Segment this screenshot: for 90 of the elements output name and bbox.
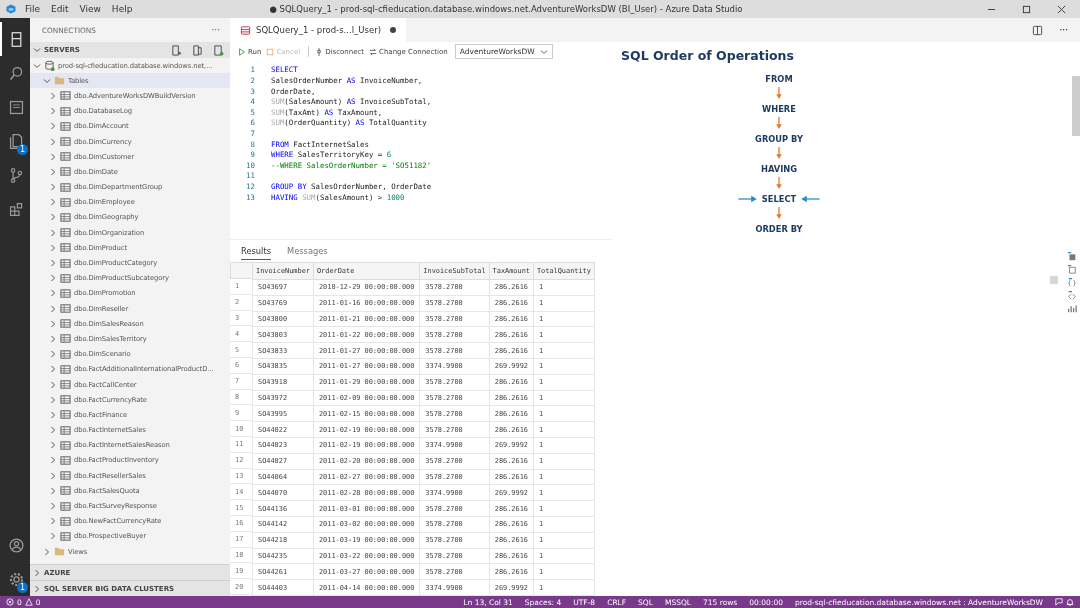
table-icon xyxy=(60,454,71,466)
diagram-title: SQL Order of Operations xyxy=(621,48,794,63)
results-tab[interactable]: Messages xyxy=(286,243,328,260)
warning-icon[interactable] xyxy=(24,598,33,606)
table-icon xyxy=(60,333,71,345)
stop-icon xyxy=(266,47,275,56)
account-icon xyxy=(7,536,25,554)
table-icon xyxy=(60,242,71,254)
table-icon xyxy=(60,151,71,163)
maximize-icon[interactable] xyxy=(1022,4,1031,14)
table-icon xyxy=(60,166,71,178)
scroll-marker xyxy=(1050,276,1058,284)
table-icon xyxy=(60,409,71,421)
down-arrow-icon xyxy=(775,147,783,160)
menu-item[interactable]: File xyxy=(25,4,41,14)
table-icon xyxy=(60,439,71,451)
step-label: FROM xyxy=(765,73,793,84)
table-icon xyxy=(60,120,71,132)
table-icon xyxy=(60,348,71,360)
table-icon xyxy=(60,500,71,512)
table-icon xyxy=(60,424,71,436)
search-icon xyxy=(7,64,25,82)
chevron-down-icon xyxy=(539,47,548,56)
down-arrow-icon xyxy=(775,177,783,190)
table-icon xyxy=(60,136,71,148)
blocks-icon xyxy=(7,200,25,218)
folder-icon xyxy=(54,75,65,87)
more-actions-button[interactable]: ··· xyxy=(1059,25,1068,35)
save-excel-icon[interactable] xyxy=(1067,264,1077,274)
new-group-icon[interactable] xyxy=(192,44,203,56)
window-title: ● SQLQuery_1 - prod-sql-cfieducation.database.windows.net.AdventureWorksDW (BI_User) - Azure Data Studio xyxy=(269,4,743,14)
chart-icon[interactable] xyxy=(1067,303,1077,313)
table-icon xyxy=(60,363,71,375)
error-icon[interactable] xyxy=(6,598,14,606)
document-icon xyxy=(7,98,25,116)
notification-badge: 1 xyxy=(17,582,28,593)
server-status-icon[interactable] xyxy=(213,44,224,56)
save-json-icon[interactable] xyxy=(1067,277,1077,287)
folder-icon xyxy=(54,546,65,558)
table-icon xyxy=(60,257,71,269)
table-icon xyxy=(60,379,71,391)
feedback-icon[interactable] xyxy=(1055,598,1063,606)
table-icon xyxy=(60,272,71,284)
step-label: ORDER BY xyxy=(755,223,803,234)
query-icon xyxy=(240,24,251,36)
table-icon xyxy=(60,196,71,208)
more-actions-button[interactable]: ··· xyxy=(211,25,220,35)
table-icon xyxy=(60,515,71,527)
settings-icon xyxy=(7,570,25,588)
menu-item[interactable]: Help xyxy=(111,4,133,14)
step-label: GROUP BY xyxy=(755,133,803,144)
save-csv-icon[interactable] xyxy=(1067,251,1077,261)
document-icon xyxy=(7,132,25,150)
play-icon xyxy=(238,47,246,56)
swap-icon xyxy=(369,47,378,56)
activity-bar-button[interactable]: 1 xyxy=(0,124,30,158)
down-arrow-icon xyxy=(775,117,783,130)
editor-tab[interactable]: SQLQuery_1 - prod-s...l_User) xyxy=(230,18,406,42)
table-icon xyxy=(60,105,71,117)
down-arrow-icon xyxy=(775,207,783,220)
table-icon xyxy=(60,318,71,330)
save-xml-icon[interactable] xyxy=(1067,290,1077,300)
close-icon[interactable] xyxy=(1057,4,1066,14)
notification-badge: 1 xyxy=(17,144,28,155)
scrollbar-thumb[interactable] xyxy=(1072,76,1080,136)
down-arrow-icon xyxy=(775,87,783,100)
step-label: SELECT xyxy=(761,193,797,204)
table-icon xyxy=(60,485,71,497)
table-icon xyxy=(60,530,71,542)
step-label: WHERE xyxy=(762,103,796,114)
table-icon xyxy=(60,394,71,406)
table-icon xyxy=(60,211,71,223)
table-icon xyxy=(60,287,71,299)
step-label: HAVING xyxy=(760,163,798,174)
results-tab[interactable]: Results xyxy=(241,242,271,260)
menu-item[interactable]: View xyxy=(79,4,101,14)
table-icon xyxy=(60,303,71,315)
database-server-icon xyxy=(44,60,55,72)
menu-item[interactable]: Edit xyxy=(51,4,69,14)
new-connection-icon[interactable] xyxy=(171,44,182,56)
table-icon xyxy=(60,470,71,482)
table-icon xyxy=(60,90,71,102)
plug-icon xyxy=(315,47,324,56)
bell-icon[interactable] xyxy=(1066,598,1074,606)
activity-bar-button[interactable]: 1 xyxy=(0,562,30,596)
table-icon xyxy=(60,227,71,239)
left-arrow-icon xyxy=(800,194,821,203)
app-logo-icon xyxy=(5,3,17,15)
table-icon xyxy=(60,181,71,193)
split-editor-icon[interactable] xyxy=(1032,24,1044,36)
